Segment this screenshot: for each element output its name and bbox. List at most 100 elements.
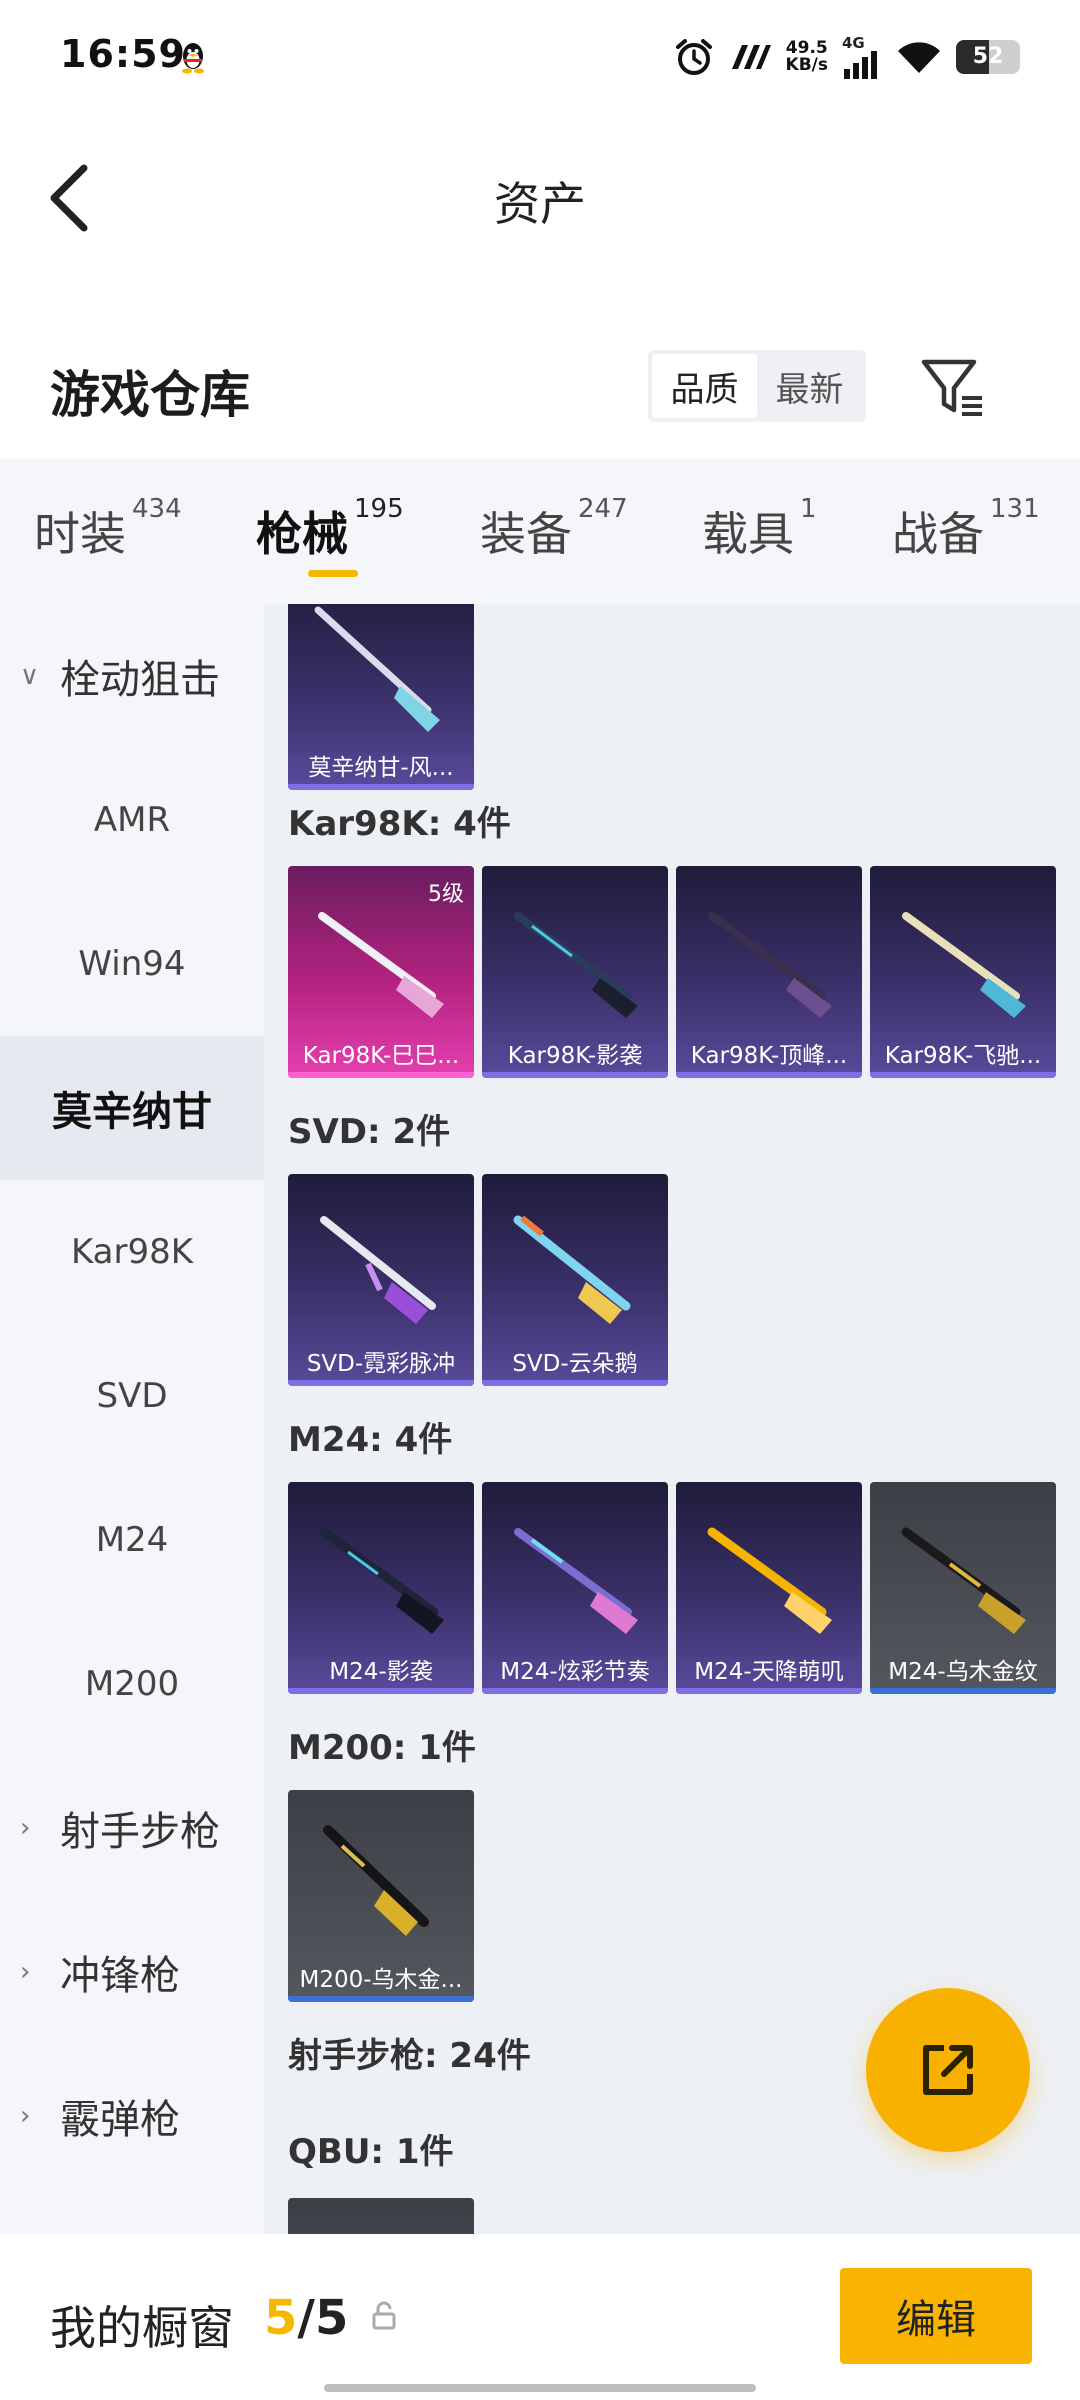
rarity-bar <box>288 1996 474 2002</box>
tab-guns-label: 枪械 <box>256 507 348 561</box>
tab-fashion-count: 434 <box>132 494 182 524</box>
tab-guns[interactable]: 枪械 195 <box>256 494 404 564</box>
sidebar-group-label: 射手步枪 <box>60 1809 220 1855</box>
sidebar-item-win94[interactable]: Win94 <box>0 892 264 1036</box>
sidebar-group-label: 霰弹枪 <box>60 2097 180 2143</box>
rifle-icon <box>514 1528 638 1634</box>
weapon-card-name: Kar98K-巳巳... <box>302 1043 460 1069</box>
network-speed: 49.5 KB/s <box>786 40 828 74</box>
rifle-icon <box>514 912 638 1018</box>
sidebar-item-svd[interactable]: SVD <box>0 1324 264 1468</box>
rifle-icon <box>902 912 1026 1018</box>
sidebar-item-label: AMR <box>93 800 171 840</box>
sidebar-group-smg[interactable]: › 冲锋枪 <box>0 1900 264 2044</box>
signal-icon <box>844 50 877 79</box>
weapon-card[interactable]: Kar98K-影袭 <box>482 866 668 1078</box>
rarity-bar <box>482 1688 668 1694</box>
weapon-category-sidebar: ∨ 栓动狙击 AMR Win94 莫辛纳甘 Kar98K SVD M24 M20… <box>0 604 264 2234</box>
weapon-card-name: M24-炫彩节奏 <box>500 1659 650 1685</box>
tab-vehicles-count: 1 <box>800 494 817 524</box>
sidebar-item-label: M24 <box>95 1520 169 1560</box>
sidebar-item-mosin-nagant[interactable]: 莫辛纳甘 <box>0 1036 264 1180</box>
filter-icon[interactable] <box>918 352 988 422</box>
network-type: 4G <box>842 33 865 52</box>
sort-option-quality[interactable]: 品质 <box>652 354 757 418</box>
active-tab-indicator <box>308 570 358 577</box>
sidebar-item-amr[interactable]: AMR <box>0 748 264 892</box>
alarm-icon <box>675 39 712 75</box>
sidebar-group-shotgun[interactable]: › 霰弹枪 <box>0 2044 264 2188</box>
weapon-card-name: M200-乌木金... <box>299 1967 463 1993</box>
weapon-card-name: SVD-云朵鹅 <box>512 1351 638 1377</box>
sort-option-newest[interactable]: 最新 <box>757 354 862 418</box>
weapon-card-name: Kar98K-顶峰... <box>690 1043 848 1069</box>
rifle-icon <box>314 606 440 732</box>
weapon-card[interactable]: M24-天降萌叽 <box>676 1482 862 1694</box>
weapon-card[interactable]: M24-乌木金纹 <box>870 1482 1056 1694</box>
tab-equipment[interactable]: 装备 247 <box>480 494 628 564</box>
sort-toggle: 品质 最新 <box>648 350 866 422</box>
status-icons: 49.5 KB/s 4G 52 <box>674 32 1020 82</box>
chevron-right-icon: › <box>20 1813 31 1843</box>
chevron-right-icon: › <box>20 1957 31 1987</box>
tab-equipment-count: 247 <box>578 494 628 524</box>
category-tabs: 时装 434 枪械 195 装备 247 载具 1 战备 131 <box>0 458 1080 604</box>
weapon-card-name: SVD-霓彩脉冲 <box>306 1351 456 1377</box>
tab-guns-count: 195 <box>354 494 404 524</box>
sidebar-group-label: 栓动狙击 <box>60 657 220 703</box>
rifle-icon <box>513 1215 631 1324</box>
weapon-card[interactable]: M24-炫彩节奏 <box>482 1482 668 1694</box>
rarity-bar <box>870 1688 1056 1694</box>
tab-fashion[interactable]: 时装 434 <box>34 494 182 564</box>
weapon-card[interactable]: Kar98K-顶峰... <box>676 866 862 1078</box>
weapon-card-name: M24-天降萌叽 <box>694 1659 844 1685</box>
sidebar-group-marksman-rifle[interactable]: › 射手步枪 <box>0 1756 264 1900</box>
sidebar-item-label: M200 <box>84 1664 180 1704</box>
rarity-bar <box>288 784 474 790</box>
showcase-count: 5/5 <box>264 2290 348 2346</box>
group-label-m24: M24: 4件 <box>288 1420 453 1460</box>
sidebar-item-m24[interactable]: M24 <box>0 1468 264 1612</box>
page-title: 资产 <box>494 177 586 231</box>
rarity-bar <box>870 1072 1056 1078</box>
tab-equipment-label: 装备 <box>480 507 572 561</box>
share-button[interactable] <box>866 1988 1030 2152</box>
rarity-bar <box>288 1380 474 1386</box>
weapon-card[interactable]: Kar98K-飞驰... <box>870 866 1056 1078</box>
rifle-icon <box>319 1527 444 1634</box>
weapon-card[interactable]: 5级 Kar98K-巳巳... <box>288 866 474 1078</box>
weapon-card[interactable] <box>288 2198 474 2234</box>
weapon-card[interactable]: SVD-云朵鹅 <box>482 1174 668 1386</box>
showcase-label: 我的橱窗 <box>50 2301 234 2355</box>
tab-gear-count: 131 <box>990 494 1040 524</box>
qq-penguin-icon <box>182 43 204 74</box>
weapon-card-name: Kar98K-飞驰... <box>884 1043 1042 1069</box>
tab-gear-label: 战备 <box>892 507 984 561</box>
weapon-card[interactable]: 莫辛纳甘-风... <box>288 604 474 790</box>
group-label-marksman-rifle: 射手步枪: 24件 <box>288 2036 531 2076</box>
rarity-bar <box>288 1688 474 1694</box>
share-external-icon <box>923 2045 973 2095</box>
group-label-kar98k: Kar98K: 4件 <box>288 804 511 844</box>
weapon-card[interactable]: SVD-霓彩脉冲 <box>288 1174 474 1386</box>
battery-indicator: 52 <box>956 40 1020 74</box>
showcase-bar: 我的橱窗 5/5 编辑 <box>0 2234 1080 2400</box>
chevron-right-icon: › <box>20 2101 31 2131</box>
tab-gear[interactable]: 战备 131 <box>892 494 1040 564</box>
rifle-icon <box>708 912 832 1018</box>
sidebar-group-bolt-sniper[interactable]: ∨ 栓动狙击 <box>0 604 264 748</box>
nfc-icon <box>731 45 771 69</box>
sidebar-item-m200[interactable]: M200 <box>0 1612 264 1756</box>
status-bar: 16:59 49.5 KB/s 4G 52 <box>0 0 1080 118</box>
tab-vehicles[interactable]: 载具 1 <box>702 494 817 564</box>
weapon-card[interactable]: M24-影袭 <box>288 1482 474 1694</box>
showcase-count-current: 5 <box>264 2290 298 2346</box>
edit-button[interactable]: 编辑 <box>840 2268 1032 2364</box>
sidebar-item-kar98k[interactable]: Kar98K <box>0 1180 264 1324</box>
status-time: 16:59 <box>60 32 186 76</box>
weapon-card[interactable]: M200-乌木金... <box>288 1790 474 2002</box>
chevron-down-icon: ∨ <box>20 661 40 691</box>
rifle-icon <box>323 1825 429 1936</box>
weapon-card-name: Kar98K-影袭 <box>507 1043 643 1069</box>
rifle-icon <box>707 1527 832 1634</box>
